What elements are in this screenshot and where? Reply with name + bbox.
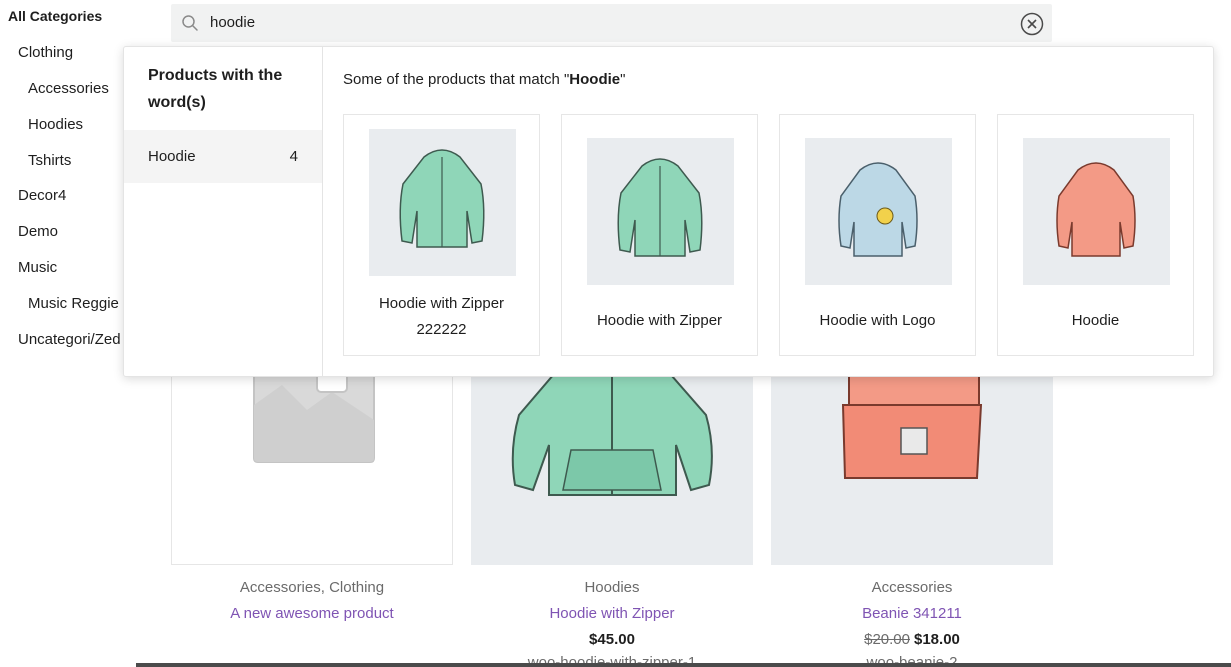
result-product-card[interactable]: Hoodie [997,114,1194,356]
category-decor4[interactable]: Decor4 [18,187,66,204]
category-music[interactable]: Music [18,259,57,276]
product-categories[interactable]: Accessories, Clothing [171,579,453,596]
category-demo[interactable]: Demo [18,223,58,240]
result-product-name: Hoodie with Logo [819,312,936,329]
category-tshirts[interactable]: Tshirts [28,152,71,169]
product-categories[interactable]: Hoodies [471,579,753,596]
result-product-card[interactable]: Hoodie with Zipper [561,114,758,356]
hoodie-icon [1056,162,1136,257]
suggestion-count: 4 [289,148,298,165]
search-bar[interactable]: hoodie [171,4,1052,42]
results-title-suffix: " [620,71,626,88]
product-name-link[interactable]: Hoodie with Zipper [471,605,753,622]
product-name-link[interactable]: A new awesome product [171,605,453,622]
result-product-image [805,138,952,285]
results-title-prefix: Some of the products that match " [343,71,570,88]
result-product-image [587,138,734,285]
result-product-image [369,129,516,276]
product-categories[interactable]: Accessories [771,579,1053,596]
product-name-link[interactable]: Beanie 341211 [771,605,1053,622]
category-uncategorized[interactable]: Uncategori/Zed [18,331,121,348]
clear-icon[interactable] [1020,12,1044,36]
all-categories-heading[interactable]: All Categories [8,8,102,24]
category-clothing[interactable]: Clothing [18,44,73,61]
result-product-name: Hoodie with Zipper [596,312,723,329]
search-results-dropdown: Products with the word(s) Hoodie 4 Some … [123,46,1214,377]
hoodie-icon [838,162,918,257]
category-accessories[interactable]: Accessories [28,80,109,97]
word-suggestions-panel: Products with the word(s) Hoodie 4 [124,47,323,376]
hoodie-icon [399,149,485,248]
product-price: $20.00 $18.00 [771,631,1053,648]
category-music-reggie[interactable]: Music Reggie [28,295,119,312]
word-suggestion-hoodie[interactable]: Hoodie 4 [124,130,322,183]
result-product-card[interactable]: Hoodie with Logo [779,114,976,356]
search-input[interactable]: hoodie [210,14,255,31]
result-product-name: Hoodie with Zipper 222222 [378,295,505,338]
old-price: $20.00 [864,631,910,648]
divider [136,663,1231,667]
results-title-term: Hoodie [569,71,621,88]
category-hoodies[interactable]: Hoodies [28,116,83,133]
suggestions-heading: Products with the word(s) [148,67,283,111]
search-icon [182,15,198,31]
results-title: Some of the products that match "Hoodie" [343,71,625,88]
result-product-image [1023,138,1170,285]
result-product-name: Hoodie [1071,312,1120,329]
result-product-card[interactable]: Hoodie with Zipper 222222 [343,114,540,356]
hoodie-icon [617,158,703,257]
sale-price: $18.00 [914,631,960,648]
suggestion-word: Hoodie [148,148,196,165]
product-price: $45.00 [589,631,635,648]
